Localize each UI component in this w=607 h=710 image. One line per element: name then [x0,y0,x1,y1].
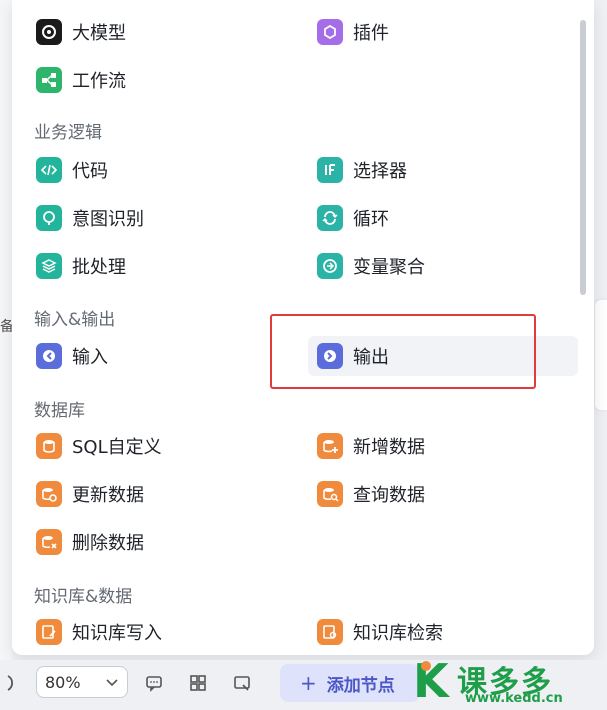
menu-item-code[interactable]: 代码 [36,150,286,190]
menu-item-db-update[interactable]: 更新数据 [36,474,286,514]
zoom-value: 80% [45,672,81,692]
menu-item-workflow[interactable]: 工作流 [36,60,286,100]
menu-item-label: 知识库写入 [72,623,162,644]
section-title-io: 输入&输出 [34,310,116,330]
menu-item-label: 插件 [353,23,389,44]
db-query-icon [317,481,343,507]
menu-item-label: 更新数据 [72,485,144,506]
menu-item-label: 知识库检索 [353,623,443,644]
section-title-database: 数据库 [34,401,85,421]
menu-item-label: 查询数据 [353,485,425,506]
menu-item-selector[interactable]: 选择器 [317,150,567,190]
menu-item-kb-write[interactable]: 知识库写入 [36,612,286,652]
kb-search-icon [317,619,343,645]
menu-item-label: 循环 [353,209,389,230]
watermark-url: www.kedd.cn [465,691,563,706]
menu-item-label: 工作流 [72,71,126,92]
watermark-logo: K 课多多 www.kedd.cn [413,655,603,707]
plugin-icon [317,19,343,45]
input-icon [36,343,62,369]
add-node-button[interactable]: + 添加节点 [280,664,420,702]
menu-item-intent[interactable]: 意图识别 [36,198,286,238]
menu-item-label: 删除数据 [72,533,144,554]
sql-icon [36,433,62,459]
db-update-icon [36,481,62,507]
section-title-knowledge: 知识库&数据 [34,587,133,607]
section-title-business-logic: 业务逻辑 [34,123,102,143]
menu-item-kb-search[interactable]: 知识库检索 [317,612,567,652]
menu-item-label: 大模型 [72,23,126,44]
menu-item-label: 新增数据 [353,437,425,458]
add-node-label: 添加节点 [326,675,395,696]
minimap-icon[interactable] [228,666,256,700]
variable-merge-icon [317,253,343,279]
llm-icon [36,19,62,45]
canvas-right-panel-edge [595,300,607,410]
db-delete-icon [36,529,62,555]
menu-item-sql[interactable]: SQL自定义 [36,426,286,466]
menu-item-label: 变量聚合 [353,257,425,278]
menu-item-label: 批处理 [72,257,126,278]
menu-item-plugin[interactable]: 插件 [317,12,567,52]
loop-icon [317,205,343,231]
kb-write-icon [36,619,62,645]
menu-item-input[interactable]: 输入 [36,336,286,376]
zoom-select[interactable]: 80% [36,666,128,698]
chevron-down-icon [106,679,118,687]
layout-grid-icon[interactable] [184,666,212,700]
code-icon [36,157,62,183]
menu-item-label: 选择器 [353,161,407,182]
annotation-highlight-box [270,314,536,389]
watermark-k-glyph: K [413,654,449,708]
menu-item-llm[interactable]: 大模型 [36,12,286,52]
menu-item-db-add[interactable]: 新增数据 [317,426,567,466]
node-picker-menu: 大模型 插件 工作流 业务逻辑 代码 选择器 意图识别 循环 批处理 变量聚合 … [12,0,594,655]
menu-item-label: 输入 [72,347,108,368]
plus-icon: + [300,671,317,695]
menu-item-batch[interactable]: 批处理 [36,246,286,286]
batch-icon [36,253,62,279]
menu-item-db-query[interactable]: 查询数据 [317,474,567,514]
intent-icon [36,205,62,231]
toolbar-partial-control-icon[interactable] [0,666,28,700]
db-add-icon [317,433,343,459]
workflow-icon [36,67,62,93]
menu-scrollbar[interactable] [580,20,586,295]
menu-item-label: 代码 [72,161,108,182]
menu-item-label: 意图识别 [72,209,144,230]
if-selector-icon [317,157,343,183]
menu-item-label: SQL自定义 [72,437,162,458]
menu-item-variable-merge[interactable]: 变量聚合 [317,246,567,286]
comment-icon[interactable] [140,666,168,700]
watermark-dot [421,661,431,671]
menu-item-db-delete[interactable]: 删除数据 [36,522,286,562]
menu-item-loop[interactable]: 循环 [317,198,567,238]
